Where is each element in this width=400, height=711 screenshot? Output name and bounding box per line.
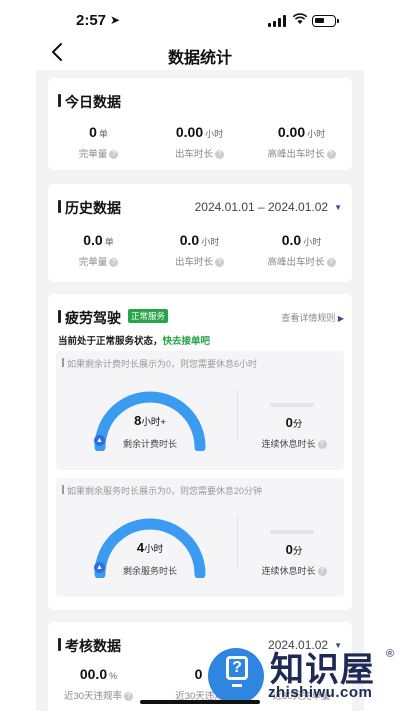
wifi-icon	[292, 13, 308, 28]
today-stat-peak-time: 0.00 小时 高峰出车时长?	[251, 124, 352, 160]
divider	[237, 516, 238, 568]
history-title: 历史数据	[58, 198, 121, 218]
rest-label: 连续休息时长?	[244, 437, 344, 450]
history-card: 历史数据 2024.01.01 – 2024.01.02 ▼ 0.0 单 完单量? …	[48, 184, 352, 282]
help-icon[interactable]: ?	[317, 440, 327, 450]
history-stats: 0.0 单 完单量? 0.0 小时 出车时长? 0.0 小时 高峰出车时长?	[48, 232, 352, 272]
nav-bar: 数据统计	[0, 36, 400, 70]
help-icon[interactable]: ?	[109, 257, 119, 267]
cellular-signal-icon	[268, 15, 288, 27]
battery-icon	[312, 15, 336, 27]
monitor-stand	[232, 684, 242, 687]
divider	[237, 389, 238, 441]
fatigue-title: 疲劳驾驶	[58, 308, 121, 328]
help-icon[interactable]: ?	[326, 149, 336, 159]
location-arrow-icon: ➤	[110, 13, 121, 27]
history-stat-drive-time: 0.0 小时 出车时长?	[149, 232, 250, 268]
help-icon[interactable]: ?	[215, 257, 224, 267]
today-card: 今日数据 0单 完单量? 0.00 小时 出车时长? 0.00 小时 高峰出车时长?	[48, 78, 352, 170]
registered-mark: ®	[386, 648, 395, 660]
service-value: 4小时	[136, 540, 164, 555]
caret-down-icon: ▼	[334, 203, 342, 213]
rest-progress-bar	[270, 530, 314, 534]
view-rules-link[interactable]: 查看详情规则 ▶	[281, 311, 344, 324]
billing-time-panel: 如果剩余计费时长展示为0，则您需要休息6小时 ▲ 8小时+ 剩余计费时长 0分 …	[56, 351, 344, 470]
help-icon[interactable]: ?	[215, 149, 224, 159]
page-title: 数据统计	[167, 50, 232, 67]
watermark-url: zhishiwu.com	[268, 684, 373, 701]
date-range-selector[interactable]: 2024.01.01 – 2024.01.02 ▼	[195, 200, 342, 214]
today-title: 今日数据	[58, 92, 121, 112]
battery-tip	[337, 19, 339, 23]
rest-value: 0分	[285, 415, 303, 430]
today-stat-drive-time: 0.00 小时 出车时长?	[174, 124, 224, 160]
service-note: 如果剩余服务时长展示为0，则您需要休息20分钟	[62, 484, 262, 497]
status-time: 2:57	[76, 12, 107, 29]
today-stats: 0单 完单量? 0.00 小时 出车时长? 0.00 小时 高峰出车时长?	[48, 124, 352, 164]
service-time-panel: 如果剩余服务时长展示为0，则您需要休息20分钟 ▲ 4小时 剩余服务时长 0分 …	[56, 478, 344, 597]
help-icon[interactable]: ?	[109, 149, 119, 159]
service-label: 剩余服务时长	[122, 566, 177, 576]
service-state-text: 当前处于正常服务状态，快去接单吧	[58, 336, 211, 347]
fatigue-card: 疲劳驾驶 正常服务 查看详情规则 ▶ 当前处于正常服务状态，快去接单吧 如果剩余…	[48, 294, 352, 610]
help-icon[interactable]: ?	[317, 567, 327, 577]
content-area: 今日数据 0单 完单量? 0.00 小时 出车时长? 0.00 小时 高峰出车时长?…	[36, 70, 364, 711]
billing-value: 8小时+	[134, 413, 166, 428]
help-icon[interactable]: ?	[124, 691, 134, 701]
today-stat-orders: 0单 完单量?	[48, 124, 149, 160]
billing-label: 剩余计费时长	[122, 439, 177, 449]
status-badge: 正常服务	[128, 309, 169, 323]
assessment-stat-violation-rate: 00.0% 近30天违规率?	[48, 666, 149, 702]
question-monitor-icon: ?	[226, 656, 248, 680]
history-stat-peak-time: 0.0 小时 高峰出车时长?	[251, 232, 352, 268]
rest-value: 0分	[285, 542, 303, 557]
billing-note: 如果剩余计费时长展示为0，则您需要休息6小时	[62, 357, 257, 370]
home-indicator[interactable]	[140, 700, 260, 704]
assessment-title: 考核数据	[58, 636, 121, 656]
rest-label: 连续休息时长?	[244, 564, 344, 577]
history-stat-orders: 0.0 单 完单量?	[48, 232, 149, 268]
rest-progress-bar	[270, 403, 314, 407]
help-icon[interactable]: ?	[326, 257, 336, 267]
status-bar: 2:57 ➤	[0, 0, 400, 40]
